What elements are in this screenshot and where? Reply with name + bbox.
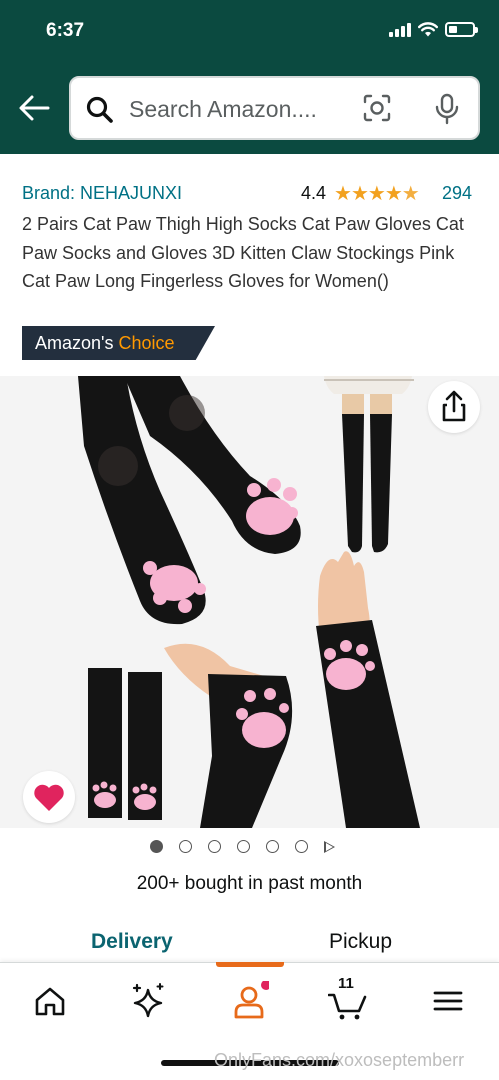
wifi-icon <box>418 22 438 37</box>
heart-icon <box>34 784 64 811</box>
video-play-icon[interactable] <box>324 840 335 853</box>
rating-count-link[interactable]: 294 <box>442 183 472 204</box>
search-icon <box>86 96 113 123</box>
watermark: OnlyFans.com/xoxoseptemberr <box>214 1050 465 1070</box>
product-image <box>78 376 420 828</box>
gallery-pagination <box>150 840 335 853</box>
brand-link[interactable]: Brand: NEHAJUNXI <box>22 183 182 204</box>
battery-level <box>449 26 457 33</box>
badge-accent: Choice <box>118 333 175 353</box>
gallery-dot[interactable] <box>295 840 308 853</box>
camera-lens-icon[interactable] <box>361 92 393 124</box>
tab-delivery[interactable]: Delivery <box>91 930 173 954</box>
bought-in-past-month: 200+ bought in past month <box>136 873 363 894</box>
search-placeholder: Search Amazon.... <box>129 96 317 122</box>
header: 6:37 Search Amazon.... <box>0 0 499 154</box>
badge-prefix: Amazon's <box>35 333 114 353</box>
back-arrow-icon[interactable] <box>14 88 54 128</box>
favorite-button[interactable] <box>23 771 75 823</box>
battery-icon <box>445 22 478 37</box>
account-icon[interactable] <box>229 981 269 1021</box>
sparkle-icon[interactable] <box>128 981 168 1021</box>
rating-value: 4.4 <box>301 183 327 203</box>
active-tab-indicator <box>216 962 284 967</box>
home-icon[interactable] <box>30 981 70 1021</box>
gallery-dot[interactable] <box>266 840 279 853</box>
search-input[interactable]: Search Amazon.... <box>69 76 480 140</box>
microphone-icon[interactable] <box>431 92 463 126</box>
product-image-gallery[interactable] <box>0 376 499 828</box>
cart-count: 11 <box>338 975 354 992</box>
status-icons <box>389 22 478 37</box>
share-icon <box>442 390 466 422</box>
gallery-dot[interactable] <box>208 840 221 853</box>
tab-pickup[interactable]: Pickup <box>329 930 392 954</box>
star-rating-icon[interactable]: ★★★★★ <box>334 181 420 206</box>
gallery-dot[interactable] <box>237 840 250 853</box>
amazons-choice-badge: Amazon's Choice <box>22 326 215 360</box>
product-title: 2 Pairs Cat Paw Thigh High Socks Cat Paw… <box>22 214 464 291</box>
status-time: 6:37 <box>46 20 85 41</box>
share-button[interactable] <box>428 381 480 433</box>
menu-icon[interactable] <box>428 981 468 1021</box>
status-bar: 6:37 <box>0 0 499 62</box>
gallery-dot[interactable] <box>179 840 192 853</box>
gallery-dot[interactable] <box>150 840 163 853</box>
cellular-signal-icon <box>389 22 411 37</box>
